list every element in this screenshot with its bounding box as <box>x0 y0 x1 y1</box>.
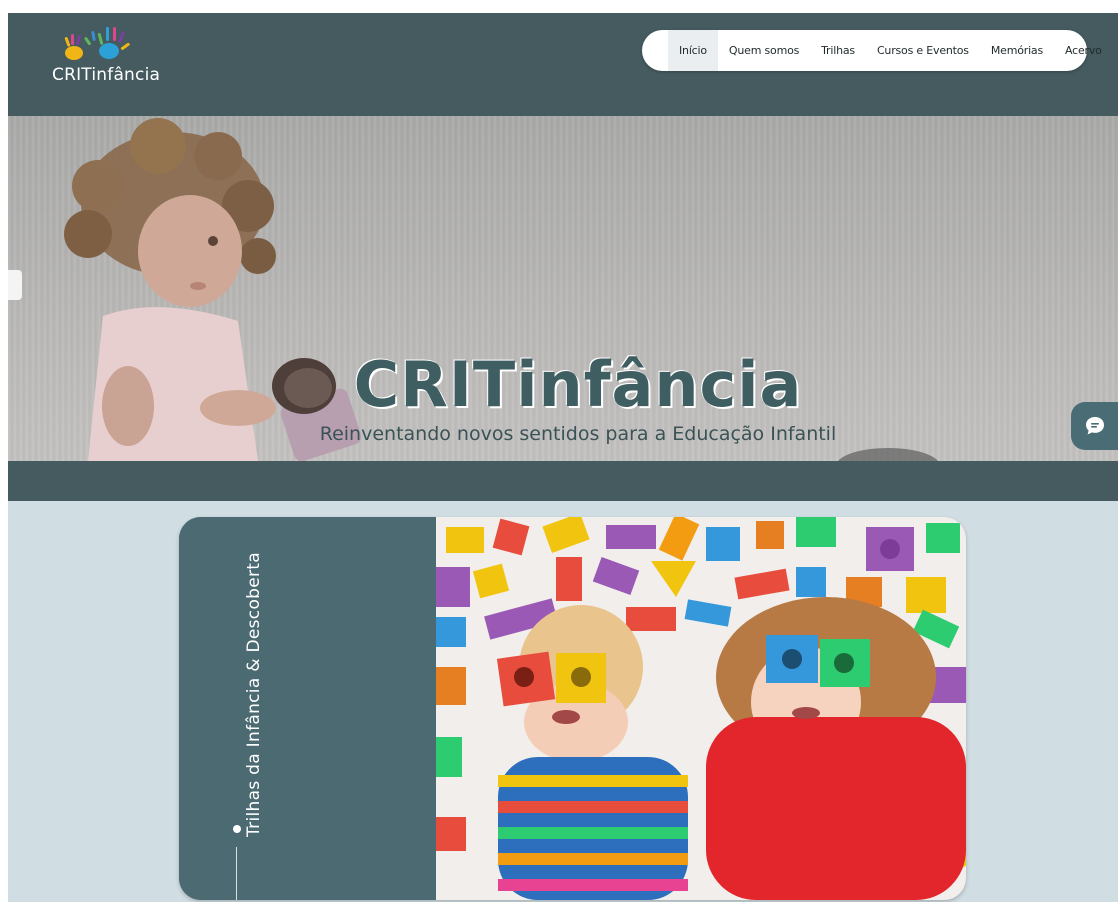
page: CRITinfância Início Quem somos Trilhas C… <box>8 13 1118 902</box>
divider-band <box>8 461 1118 501</box>
chat-button[interactable] <box>1071 402 1118 450</box>
trails-section: Trilhas da Infância & Descoberta <box>8 501 1118 902</box>
nav-item-trilhas[interactable]: Trilhas <box>810 30 866 71</box>
chat-bubble-icon <box>1085 417 1104 435</box>
decorative-line <box>236 847 237 900</box>
bullet-dot <box>233 825 241 833</box>
main-nav: Início Quem somos Trilhas Cursos e Event… <box>642 30 1102 71</box>
nav-item-cursos-eventos[interactable]: Cursos e Eventos <box>866 30 980 71</box>
trails-card[interactable]: Trilhas da Infância & Descoberta <box>179 517 966 900</box>
site-header: CRITinfância Início Quem somos Trilhas C… <box>8 13 1118 116</box>
trails-title: Trilhas da Infância & Descoberta <box>244 552 264 837</box>
kids-with-blocks-image <box>436 517 966 900</box>
nav-item-quem-somos[interactable]: Quem somos <box>718 30 810 71</box>
nav-item-memorias[interactable]: Memórias <box>980 30 1054 71</box>
side-tab-handle[interactable] <box>8 270 22 300</box>
nav-item-acervo[interactable]: Acervo <box>1054 30 1113 71</box>
site-logo[interactable]: CRITinfância <box>48 17 168 93</box>
toy-blocks-photo <box>436 517 966 900</box>
hero-banner: CRITinfância Reinventando novos sentidos… <box>8 116 1118 461</box>
nav-item-inicio[interactable]: Início <box>668 30 718 71</box>
logo-text: CRITinfância <box>52 65 161 85</box>
trails-card-panel: Trilhas da Infância & Descoberta <box>179 517 436 900</box>
colored-hands-icon <box>64 27 130 60</box>
trails-title-wrap: Trilhas da Infância & Descoberta <box>241 537 271 837</box>
hero-subtitle: Reinventando novos sentidos para a Educa… <box>319 423 837 445</box>
hero-title: CRITinfância <box>353 348 803 421</box>
